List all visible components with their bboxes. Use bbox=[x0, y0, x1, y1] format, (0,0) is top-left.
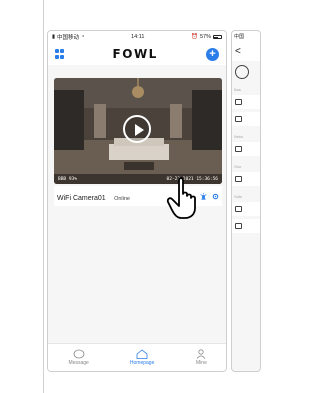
tab-homepage[interactable]: Homepage bbox=[130, 349, 154, 366]
play-icon bbox=[235, 116, 242, 122]
settings-item[interactable] bbox=[232, 219, 260, 233]
carrier-text: 中国移动 bbox=[57, 35, 80, 41]
camera-preview[interactable]: BBB 93% 02-23-2021 15:36:56 bbox=[54, 78, 222, 184]
back-button[interactable]: < bbox=[232, 43, 260, 61]
settings-item[interactable] bbox=[232, 202, 260, 216]
wifi-icon bbox=[235, 146, 242, 152]
battery-text: 57% bbox=[199, 34, 211, 40]
camera-label-group: WiFi Camera01 Online bbox=[57, 187, 130, 205]
tab-homepage-label: Homepage bbox=[129, 360, 155, 366]
home-icon bbox=[136, 349, 148, 359]
section-storage: Stor bbox=[234, 164, 242, 169]
status-time: 14:11 bbox=[131, 34, 145, 40]
lock-icon bbox=[235, 206, 242, 212]
device-icon bbox=[235, 99, 242, 105]
settings-item[interactable] bbox=[232, 112, 260, 126]
section-basic: Bas bbox=[234, 87, 241, 92]
settings-item[interactable] bbox=[232, 172, 260, 186]
user-icon bbox=[197, 349, 206, 359]
bottom-tab-bar: Message Homepage Mine bbox=[48, 343, 226, 371]
phone-screen-settings: 中国 < Bas Netw Stor Safe bbox=[231, 30, 261, 372]
grid-menu-icon[interactable] bbox=[55, 49, 65, 59]
divider-line bbox=[43, 0, 44, 393]
alarm-light-icon[interactable] bbox=[200, 192, 207, 200]
camera-name: WiFi Camera01 bbox=[57, 195, 106, 202]
status-bar: ▮ 中国移动 ◔ 14:11 ⏰ 57% bbox=[48, 31, 226, 43]
status-bar-2: 中国 bbox=[232, 31, 260, 43]
message-icon bbox=[73, 349, 85, 359]
app-logo: FOWL bbox=[112, 47, 158, 61]
camera-status: Online bbox=[114, 196, 130, 202]
camera-actions bbox=[200, 192, 219, 200]
device-avatar-icon bbox=[235, 65, 249, 79]
tab-message[interactable]: Message bbox=[69, 349, 89, 366]
status-right: ⏰ 57% bbox=[191, 34, 222, 40]
alarm-icon: ⏰ bbox=[191, 34, 198, 40]
signal-icon: ▮ bbox=[52, 34, 56, 40]
tab-mine[interactable]: Mine bbox=[195, 349, 207, 366]
settings-item[interactable] bbox=[232, 142, 260, 156]
wifi-icon: ◔ bbox=[81, 34, 85, 40]
add-device-button[interactable]: + bbox=[205, 47, 219, 61]
camera-battery-overlay: BBB 93% bbox=[58, 177, 77, 182]
section-safety: Safe bbox=[234, 194, 243, 199]
tab-message-label: Message bbox=[68, 360, 89, 366]
battery-icon bbox=[212, 35, 222, 39]
pointing-hand-icon bbox=[166, 177, 196, 219]
section-network: Netw bbox=[234, 134, 244, 139]
settings-item[interactable] bbox=[232, 95, 260, 109]
settings-gear-icon[interactable] bbox=[212, 193, 219, 200]
app-header: FOWL + bbox=[48, 43, 226, 65]
storage-icon bbox=[235, 176, 242, 182]
play-button[interactable] bbox=[123, 115, 151, 143]
status-left: ▮ 中国移动 ◔ bbox=[52, 33, 84, 41]
tab-mine-label: Mine bbox=[196, 360, 207, 366]
camera-off-icon bbox=[235, 223, 242, 229]
